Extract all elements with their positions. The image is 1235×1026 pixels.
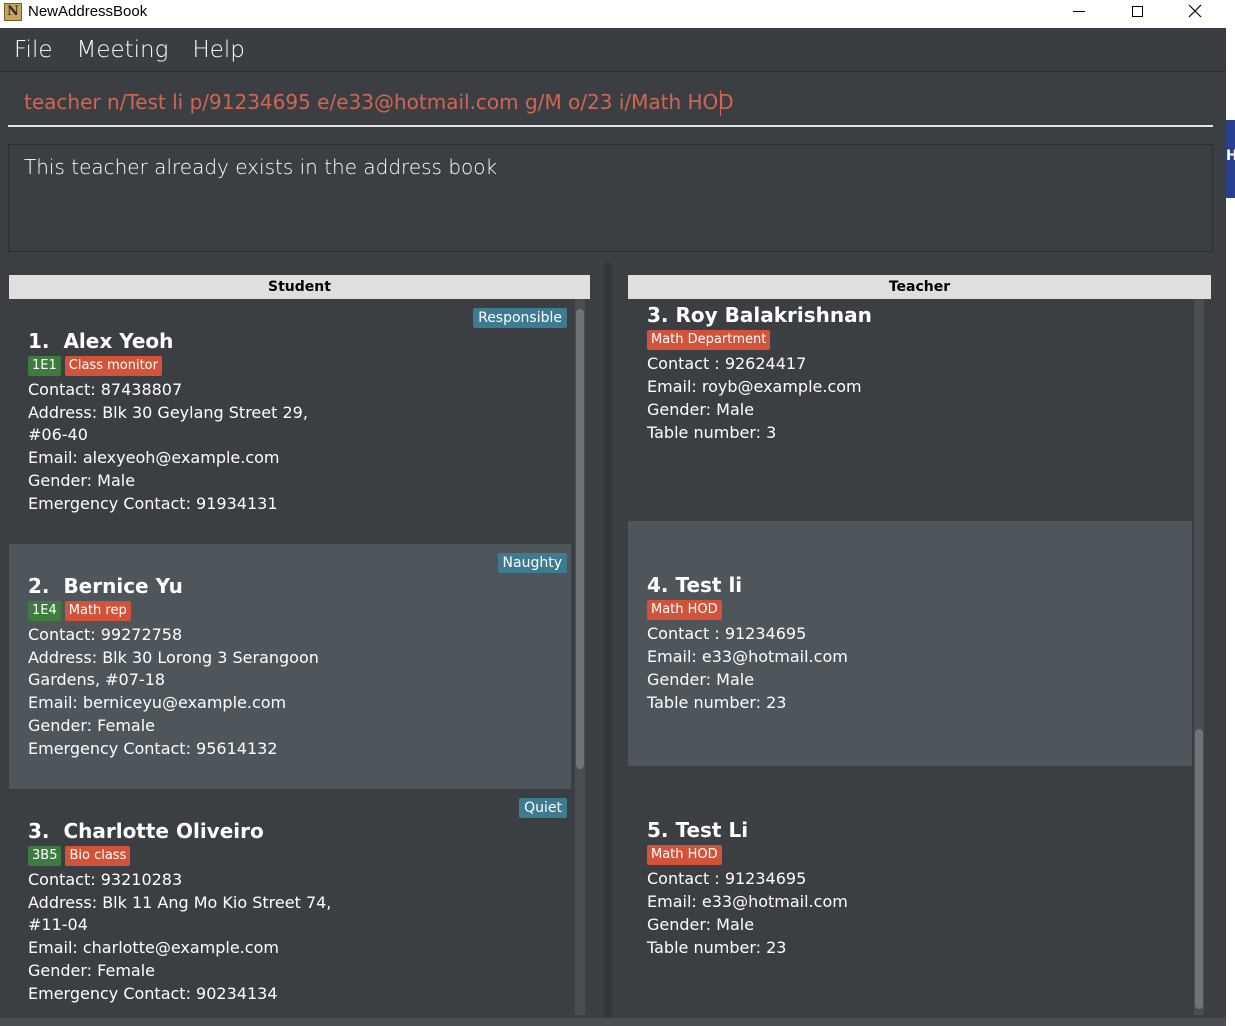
minimize-icon bbox=[1073, 10, 1085, 12]
teacher-scroll-thumb[interactable] bbox=[1195, 729, 1203, 1009]
window-title: NewAddressBook bbox=[28, 3, 148, 20]
emergency-contact-field: Emergency Contact: 91934131 bbox=[28, 494, 278, 513]
menu-meeting[interactable]: Meeting bbox=[77, 37, 169, 63]
emergency-contact-field: Emergency Contact: 90234134 bbox=[28, 984, 278, 1003]
tag-row: Math HOD bbox=[647, 845, 722, 865]
student-scroll-thumb[interactable] bbox=[576, 309, 584, 769]
title-bar: N NewAddressBook bbox=[0, 0, 1235, 28]
gender-field: Gender: Male bbox=[647, 400, 755, 419]
address-field: Address: Blk 30 Geylang Street 29, bbox=[28, 403, 308, 422]
student-card[interactable]: Naughty 2. Bernice Yu 1E4 Math rep Conta… bbox=[9, 544, 571, 789]
role-tag: Math rep bbox=[64, 601, 131, 621]
table-number-field: Table number: 23 bbox=[647, 938, 787, 957]
class-tag: 3B5 bbox=[28, 846, 62, 866]
address-field-cont: Gardens, #07-18 bbox=[28, 670, 166, 689]
teacher-card[interactable]: 5. Test Li Math HOD Contact : 91234695 E… bbox=[628, 766, 1192, 1011]
role-tag: Bio class bbox=[65, 846, 131, 866]
teacher-name: 3. Roy Balakrishnan bbox=[647, 303, 872, 327]
trait-tag: Naughty bbox=[497, 553, 567, 573]
menu-bar: File Meeting Help bbox=[0, 28, 1226, 72]
close-button[interactable] bbox=[1166, 0, 1224, 28]
contact-field: Contact : 92624417 bbox=[647, 354, 807, 373]
emergency-contact-field: Emergency Contact: 95614132 bbox=[28, 739, 278, 758]
background-window-fragment: H bbox=[1226, 120, 1235, 198]
menu-help[interactable]: Help bbox=[192, 37, 244, 63]
role-tag: Class monitor bbox=[64, 356, 162, 376]
gender-field: Gender: Male bbox=[28, 471, 136, 490]
contact-field: Contact : 91234695 bbox=[647, 869, 807, 888]
class-tag: 1E4 bbox=[28, 601, 61, 621]
email-field: Email: e33@hotmail.com bbox=[647, 892, 848, 911]
class-tag: 1E1 bbox=[28, 356, 61, 376]
teacher-scrollbar[interactable] bbox=[1194, 299, 1204, 1015]
gender-field: Gender: Female bbox=[28, 716, 156, 735]
student-card[interactable]: Responsible 1. Alex Yeoh 1E1 Class monit… bbox=[9, 299, 571, 544]
teacher-card[interactable]: 4. Test li Math HOD Contact : 91234695 E… bbox=[628, 521, 1192, 766]
tag-row: Math HOD bbox=[647, 600, 722, 620]
student-list-header: Student bbox=[9, 275, 590, 299]
table-number-field: Table number: 23 bbox=[647, 693, 787, 712]
close-icon bbox=[1188, 4, 1202, 18]
student-name: 3. Charlotte Oliveiro bbox=[28, 819, 264, 843]
menu-file[interactable]: File bbox=[14, 37, 53, 63]
teacher-card[interactable]: 3. Roy Balakrishnan Math Department Cont… bbox=[628, 299, 1192, 521]
teacher-name: 5. Test Li bbox=[647, 818, 749, 842]
email-field: Email: berniceyu@example.com bbox=[28, 693, 287, 712]
app-window: File Meeting Help This teacher already e… bbox=[0, 28, 1226, 1026]
student-name: 1. Alex Yeoh bbox=[28, 329, 174, 353]
gender-field: Gender: Male bbox=[647, 915, 755, 934]
text-caret bbox=[720, 90, 721, 116]
trait-tag: Responsible bbox=[473, 308, 567, 328]
student-scrollbar[interactable] bbox=[575, 299, 585, 1015]
email-field: Email: royb@example.com bbox=[647, 377, 862, 396]
email-field: Email: alexyeoh@example.com bbox=[28, 448, 280, 467]
student-card[interactable]: Quiet 3. Charlotte Oliveiro 3B5 Bio clas… bbox=[9, 789, 571, 1015]
result-display: This teacher already exists in the addre… bbox=[8, 144, 1213, 252]
tag-row: 1E4 Math rep bbox=[28, 601, 131, 621]
trait-tag: Quiet bbox=[519, 798, 567, 818]
tag-row: 3B5 Bio class bbox=[28, 846, 131, 866]
maximize-button[interactable] bbox=[1108, 0, 1166, 28]
student-list-panel: Student Responsible 1. Alex Yeoh 1E1 Cla… bbox=[9, 275, 590, 1015]
command-input[interactable] bbox=[8, 79, 1213, 127]
maximize-icon bbox=[1131, 5, 1143, 17]
gender-field: Gender: Male bbox=[647, 670, 755, 689]
contact-field: Contact : 91234695 bbox=[647, 624, 807, 643]
address-field: Address: Blk 11 Ang Mo Kio Street 74, bbox=[28, 893, 332, 912]
tag-row: Math Department bbox=[647, 330, 771, 350]
contact-field: Contact: 99272758 bbox=[28, 625, 183, 644]
contact-field: Contact: 87438807 bbox=[28, 380, 183, 399]
email-field: Email: charlotte@example.com bbox=[28, 938, 279, 957]
student-name: 2. Bernice Yu bbox=[28, 574, 183, 598]
email-field: Email: e33@hotmail.com bbox=[647, 647, 848, 666]
contact-field: Contact: 93210283 bbox=[28, 870, 183, 889]
teacher-name: 4. Test li bbox=[647, 573, 743, 597]
split-pane-divider[interactable] bbox=[604, 263, 612, 1026]
teacher-list[interactable]: 3. Roy Balakrishnan Math Department Cont… bbox=[628, 299, 1211, 1015]
department-tag: Math HOD bbox=[647, 845, 722, 865]
address-field-cont: #11-04 bbox=[28, 915, 88, 934]
student-list[interactable]: Responsible 1. Alex Yeoh 1E1 Class monit… bbox=[9, 299, 590, 1015]
table-number-field: Table number: 3 bbox=[647, 423, 777, 442]
command-box bbox=[0, 73, 1226, 133]
address-field-cont: #06-40 bbox=[28, 425, 88, 444]
horizontal-scrollbar[interactable] bbox=[0, 1018, 1226, 1026]
minimize-button[interactable] bbox=[1050, 0, 1108, 28]
result-message: This teacher already exists in the addre… bbox=[24, 155, 498, 179]
department-tag: Math HOD bbox=[647, 600, 722, 620]
teacher-list-header: Teacher bbox=[628, 275, 1211, 299]
app-logo-icon: N bbox=[4, 3, 22, 21]
gender-field: Gender: Female bbox=[28, 961, 156, 980]
tag-row: 1E1 Class monitor bbox=[28, 356, 162, 376]
teacher-list-panel: Teacher 3. Roy Balakrishnan Math Departm… bbox=[628, 275, 1211, 1015]
address-field: Address: Blk 30 Lorong 3 Serangoon bbox=[28, 648, 319, 667]
department-tag: Math Department bbox=[647, 330, 771, 350]
